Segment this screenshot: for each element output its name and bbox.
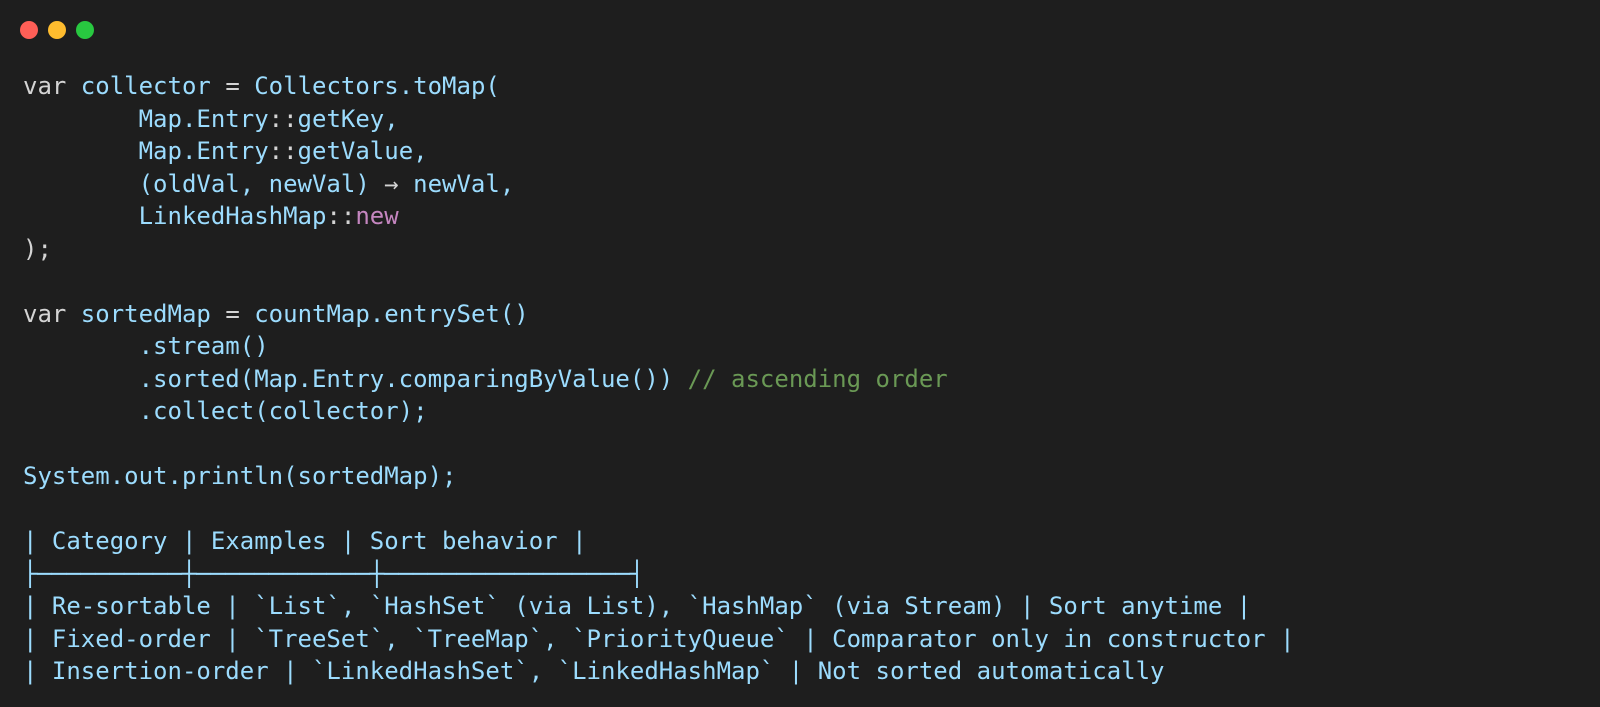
code-window: var collector = Collectors.toMap( Map.En… [0, 0, 1600, 707]
close-window-icon[interactable] [20, 21, 38, 39]
code-line: | Fixed-order | `TreeSet`, `TreeMap`, `P… [23, 623, 1580, 656]
code-token: | Re-sortable | `List`, `HashSet` (via L… [23, 592, 1252, 620]
code-token: ); [23, 234, 52, 263]
code-token: .sorted(Map.Entry.comparingByValue()) [23, 364, 688, 393]
code-token: LinkedHashMap [23, 202, 327, 230]
code-token: :: [326, 202, 356, 230]
code-line: (oldVal, newVal) → newVal, [23, 168, 1580, 201]
code-token: → [384, 169, 399, 198]
code-line: .stream() [23, 330, 1580, 363]
code-token: (oldVal, newVal) [23, 169, 385, 198]
maximize-window-icon[interactable] [76, 21, 94, 39]
minimize-window-icon[interactable] [48, 21, 66, 39]
code-line: | Insertion-order | `LinkedHashSet`, `Li… [23, 655, 1580, 688]
code-token: .collect(collector); [23, 397, 428, 425]
code-token: :: [268, 137, 298, 165]
code-token: System.out.println(sortedMap); [23, 462, 457, 490]
code-line: ​ [23, 265, 1580, 298]
code-token: newVal, [398, 169, 515, 198]
code-line: System.out.println(sortedMap); [23, 460, 1580, 493]
code-token: collector [66, 72, 226, 100]
code-block: var collector = Collectors.toMap( Map.En… [23, 70, 1580, 688]
code-token: sortedMap [66, 299, 226, 328]
code-line: LinkedHashMap::new [23, 200, 1580, 233]
code-token: = [225, 299, 240, 328]
code-token: Map.Entry [23, 137, 269, 165]
code-token: Collectors.toMap( [239, 72, 500, 100]
code-token: .stream() [23, 332, 269, 360]
code-line: | Category | Examples | Sort behavior | [23, 525, 1580, 558]
code-line: var sortedMap = countMap.entrySet() [23, 298, 1580, 331]
code-line: ├──────────┼────────────┼───────────────… [23, 558, 1580, 591]
code-line: Map.Entry::getValue, [23, 135, 1580, 168]
code-token: = [225, 72, 240, 100]
code-token: new [355, 202, 399, 230]
code-line: var collector = Collectors.toMap( [23, 70, 1580, 103]
code-line: Map.Entry::getKey, [23, 103, 1580, 136]
code-token: // ascending order [687, 364, 948, 393]
code-token: | Insertion-order | `LinkedHashSet`, `Li… [23, 657, 1165, 685]
code-token: | Fixed-order | `TreeSet`, `TreeMap`, `P… [23, 624, 1295, 653]
code-token: ├──────────┼────────────┼───────────────… [23, 559, 645, 588]
code-line: .collect(collector); [23, 395, 1580, 428]
code-line: | Re-sortable | `List`, `HashSet` (via L… [23, 590, 1580, 623]
code-token: var [23, 299, 67, 328]
code-token: var [23, 72, 67, 100]
code-token: :: [268, 104, 298, 133]
code-line: ​ [23, 493, 1580, 526]
code-token: | Category | Examples | Sort behavior | [23, 527, 587, 555]
window-controls [20, 21, 94, 39]
code-token: Map.Entry [23, 104, 269, 133]
code-token: getKey, [297, 104, 399, 133]
code-token: countMap.entrySet() [239, 299, 529, 328]
code-line: .sorted(Map.Entry.comparingByValue()) //… [23, 363, 1580, 396]
code-line: ​ [23, 428, 1580, 461]
code-line: ); [23, 233, 1580, 266]
code-token: getValue, [297, 137, 428, 165]
